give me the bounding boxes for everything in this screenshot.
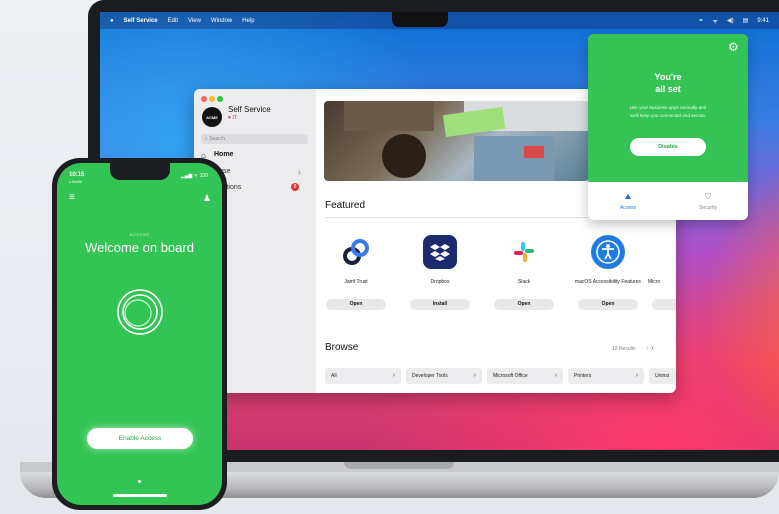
hamburger-menu-icon[interactable]: ≡ (69, 192, 75, 203)
tab-security[interactable]: ⛉ Security (668, 192, 748, 211)
sidebar-item-label: Home (214, 151, 234, 158)
category-label: Uninst (655, 373, 670, 379)
category-label: Developer Tools (412, 373, 448, 379)
popover-description: Use your business apps normally and we'l… (629, 105, 707, 118)
zoom-window-button[interactable] (217, 96, 223, 102)
status-time: 10:15 (69, 172, 85, 178)
minimize-window-button[interactable] (209, 96, 215, 102)
jamf-menu-icon[interactable]: ⚭ (699, 17, 704, 24)
apple-menu-icon[interactable]: ● (110, 18, 114, 24)
gear-icon[interactable]: ⚙ (728, 40, 739, 54)
menu-edit[interactable]: Edit (168, 18, 178, 24)
tab-label: Security (698, 205, 718, 211)
popover-title-line2: all set (655, 84, 681, 94)
close-window-button[interactable] (201, 96, 207, 102)
app-tile-slack[interactable]: Slack Open (489, 235, 559, 310)
notifications-badge: 8 (291, 183, 299, 191)
open-button[interactable]: Open (578, 299, 638, 310)
page-indicator (138, 480, 141, 483)
app-name: Micro (648, 279, 661, 285)
disable-button[interactable]: Disable (630, 138, 706, 156)
accessibility-icon (591, 235, 625, 269)
hero-photo-illustration (344, 101, 589, 181)
chevron-right-icon: › (635, 372, 638, 379)
category-microsoft-office[interactable]: Microsoft Office › (487, 368, 563, 384)
laptop-opening-notch (344, 462, 454, 469)
carousel-arrows[interactable]: ‹ › (646, 343, 654, 352)
app-tile-microsoft[interactable]: Micro (648, 235, 676, 310)
app-tile-dropbox[interactable]: Dropbox Install (405, 235, 475, 310)
popover-title-line1: You're (654, 72, 682, 82)
menu-app-name[interactable]: Self Service (124, 18, 158, 24)
welcome-heading: Welcome on board (85, 240, 194, 255)
menu-clock: 9:41 (757, 17, 769, 24)
jamf-trust-icon (339, 235, 373, 269)
app-tile-accessibility[interactable]: macOS Accessibility Features Open (573, 235, 643, 310)
app-tile-jamf-trust[interactable]: Jamf Trust Open (321, 235, 391, 310)
tab-label: Access (619, 205, 637, 211)
category-label: All (331, 373, 337, 379)
chevron-right-icon[interactable]: › (651, 343, 654, 352)
chevron-right-icon: › (473, 372, 476, 379)
volume-icon[interactable]: ◀) (727, 17, 734, 24)
connection-ring-icon (117, 289, 163, 335)
status-back-link[interactable]: ◂ Mobile (69, 180, 82, 184)
app-name: Jamf Trust (344, 279, 368, 285)
section-label: ACCESS (129, 232, 150, 237)
hero-banner-image (324, 101, 589, 181)
open-button[interactable]: Open (326, 299, 386, 310)
tab-access[interactable]: ⛰ Access (588, 192, 668, 211)
camera-notch (392, 12, 448, 27)
home-indicator[interactable] (113, 494, 167, 497)
search-placeholder: Search (209, 136, 226, 142)
chevron-right-icon: › (392, 372, 395, 379)
category-printers[interactable]: Printers › (568, 368, 644, 384)
category-uninstall[interactable]: Uninst (649, 368, 676, 384)
wifi-icon[interactable]: ᯤ (713, 17, 718, 25)
browse-heading: Browse (325, 342, 359, 353)
category-all[interactable]: All › (325, 368, 401, 384)
menu-window[interactable]: Window (211, 18, 232, 24)
sidebar-title: Self Service (228, 105, 271, 114)
microsoft-icon (648, 235, 676, 269)
slack-icon (507, 235, 541, 269)
shield-icon: ⛉ (705, 192, 711, 201)
open-button[interactable]: Open (494, 299, 554, 310)
menu-help[interactable]: Help (242, 18, 254, 24)
phone-screen: 10:15 ◂ Mobile ▂▄▆ ᯤ 100 ≡ ♟ ACCESS Welc… (57, 163, 222, 505)
app-name: Slack (517, 279, 531, 285)
chevron-left-icon[interactable]: ‹ (646, 343, 649, 352)
install-button[interactable]: Install (410, 299, 470, 310)
category-developer-tools[interactable]: Developer Tools › (406, 368, 482, 384)
category-label: Microsoft Office (493, 373, 528, 379)
app-name: Dropbox (430, 279, 450, 285)
app-button[interactable] (652, 299, 676, 310)
menu-view[interactable]: View (188, 18, 201, 24)
app-name: macOS Accessibility Features (574, 279, 642, 285)
featured-heading: Featured (325, 200, 366, 211)
sidebar-subtitle: ♥ IT (228, 115, 237, 121)
access-popover: ⚙ You're all set Use your business apps … (588, 34, 748, 220)
chevron-right-icon: › (554, 372, 557, 379)
access-icon: ⛰ (624, 192, 632, 201)
display-icon[interactable]: ▤ (743, 17, 749, 24)
results-count: 12 Results (612, 346, 636, 352)
enable-access-button[interactable]: Enable Access (87, 428, 193, 449)
dropbox-icon (423, 235, 457, 269)
status-icons: ▂▄▆ ᯤ 100 (181, 173, 208, 179)
user-profile-icon[interactable]: ♟ (203, 193, 211, 204)
phone-notch (110, 163, 170, 180)
org-logo: ACME (202, 107, 222, 127)
category-label: Printers (574, 373, 592, 379)
search-input[interactable]: ⌕ Search (201, 134, 308, 144)
chevron-right-icon: › (298, 167, 301, 177)
